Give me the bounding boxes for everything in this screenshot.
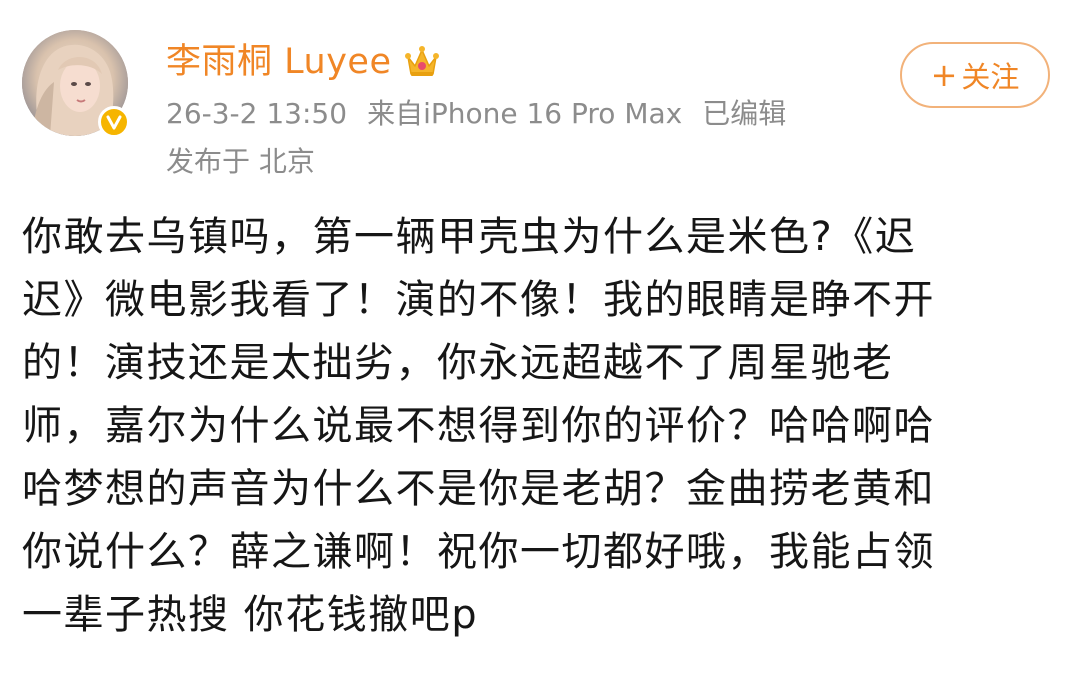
verified-v-icon bbox=[98, 106, 130, 138]
post-source: 来自iPhone 16 Pro Max bbox=[367, 97, 683, 130]
post-body-line: 师，嘉尔为什么说最不想得到你的评价？哈哈啊哈 bbox=[22, 403, 935, 449]
post-body: 你敢去乌镇吗，第一辆甲壳虫为什么是米色?《迟 迟》微电影我看了！演的不像！我的眼… bbox=[22, 206, 1062, 647]
follow-button[interactable]: + 关注 bbox=[900, 42, 1050, 108]
follow-label: 关注 bbox=[961, 60, 1020, 94]
post-body-line: 一辈子热搜 你花钱撤吧p bbox=[22, 592, 479, 638]
weibo-post: 李雨桐 Luyee 26-3-2 13:50 来自iPhone 16 Pro M… bbox=[0, 0, 1080, 678]
plus-icon: + bbox=[930, 56, 958, 94]
author-name[interactable]: 李雨桐 Luyee bbox=[166, 38, 391, 86]
post-body-line: 迟》微电影我看了！演的不像！我的眼睛是睁不开 bbox=[22, 277, 935, 323]
post-body-line: 你敢去乌镇吗，第一辆甲壳虫为什么是米色?《迟 bbox=[22, 214, 917, 260]
crown-icon bbox=[405, 46, 440, 76]
post-body-line: 你说什么？薛之谦啊！祝你一切都好哦，我能占领 bbox=[22, 529, 935, 575]
author-row: 李雨桐 Luyee bbox=[166, 38, 441, 86]
post-body-line: 的！演技还是太拙劣，你永远超越不了周星驰老 bbox=[22, 340, 894, 386]
post-timestamp: 26-3-2 13:50 bbox=[166, 97, 348, 130]
post-body-line: 哈梦想的声音为什么不是你是老胡？金曲捞老黄和 bbox=[22, 466, 935, 512]
post-meta: 26-3-2 13:50 来自iPhone 16 Pro Max 已编辑 bbox=[166, 94, 786, 134]
post-location: 发布于 北京 bbox=[166, 145, 315, 178]
edited-label[interactable]: 已编辑 bbox=[702, 94, 786, 134]
